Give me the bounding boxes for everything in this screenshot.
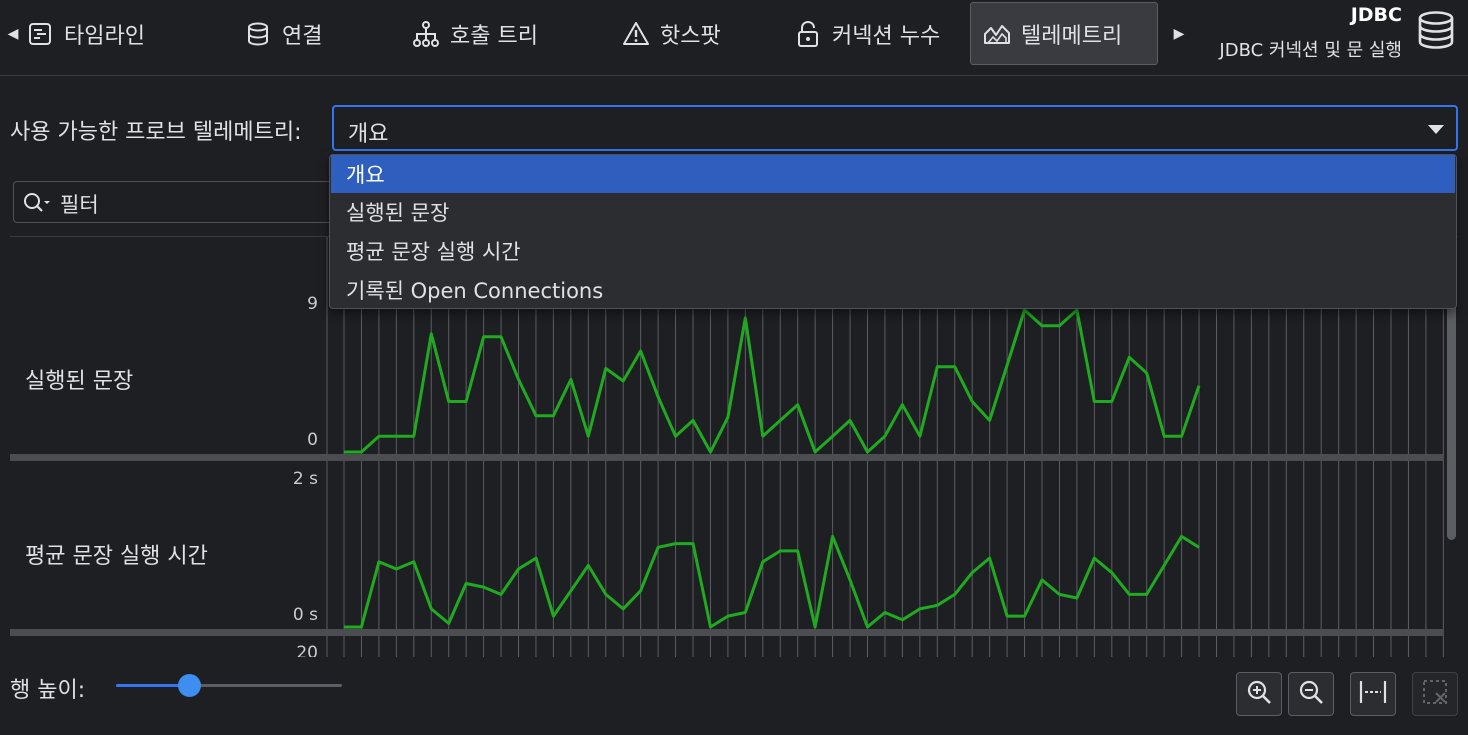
tab-label: 핫스팟 [660, 23, 721, 49]
row-label-executed-statements: 실행된 문장 [25, 369, 134, 394]
call-tree-icon [412, 20, 440, 48]
series-line-executed-statements[interactable] [344, 308, 1201, 454]
lock-icon [794, 20, 822, 48]
clear-selection-button[interactable] [1412, 672, 1458, 716]
tab-label: 타임라인 [64, 23, 145, 49]
telemetry-window: ◀ 타임라인 연결 호출 트리 핫스팟 커넥션 누수 텔레메트리 ▶ JDBC … [0, 0, 1468, 735]
probe-select-dropdown: 개요 실행된 문장 평균 문장 실행 시간 기록된 Open Connectio… [329, 154, 1457, 309]
row-separator [10, 629, 1444, 636]
fit-width-button[interactable] [1350, 672, 1396, 716]
tab-label: 호출 트리 [450, 23, 538, 49]
row-ymax-executed-statements: 9 [307, 294, 318, 314]
telemetry-icon [983, 20, 1011, 48]
zoom-out-button[interactable] [1288, 672, 1334, 716]
view-tab-bar: ◀ 타임라인 연결 호출 트리 핫스팟 커넥션 누수 텔레메트리 ▶ JDBC … [0, 0, 1468, 76]
dropdown-option-avg-execution-time[interactable]: 평균 문장 실행 시간 [331, 232, 1455, 270]
scroll-right-icon[interactable]: ▶ [1172, 24, 1186, 44]
row-ymin-avg-execution-time: 0 s [292, 605, 318, 625]
zoom-out-icon [1297, 678, 1325, 710]
dropdown-option-open-connections[interactable]: 기록된 Open Connections [331, 271, 1455, 309]
tab-connections[interactable]: 연결 [232, 2, 334, 65]
zoom-in-icon [1245, 678, 1273, 710]
probe-select-combobox[interactable]: 개요 [332, 105, 1458, 151]
tab-telemetry[interactable]: 텔레메트리 [970, 2, 1158, 65]
filter-input[interactable]: 필터 [13, 181, 343, 223]
tab-connection-leaks[interactable]: 커넥션 누수 [782, 2, 952, 65]
tab-hotspots[interactable]: 핫스팟 [610, 2, 733, 65]
series-line-avg-execution-time[interactable] [344, 534, 1200, 629]
dropdown-option-overview[interactable]: 개요 [331, 155, 1455, 193]
probe-select-value: 개요 [348, 122, 389, 147]
warning-icon [622, 20, 650, 48]
database-icon [244, 20, 272, 48]
probe-info: JDBC JDBC 커넥션 및 문 실행 [1219, 4, 1402, 62]
row-label-avg-execution-time: 평균 문장 실행 시간 [25, 544, 208, 569]
tab-label: 커넥션 누수 [832, 23, 941, 49]
tab-timeline[interactable]: 타임라인 [14, 2, 157, 65]
clear-selection-icon [1421, 678, 1449, 710]
jdbc-database-icon [1416, 10, 1456, 50]
row-ymin-executed-statements: 0 [307, 430, 318, 450]
tab-call-tree[interactable]: 호출 트리 [400, 2, 550, 65]
dropdown-caret-icon[interactable] [1428, 125, 1444, 134]
filter-placeholder: 필터 [60, 193, 99, 217]
tab-label: 연결 [282, 23, 323, 49]
tab-label: 텔레메트리 [1021, 23, 1123, 49]
row-height-label: 행 높이: [10, 678, 86, 703]
fit-width-icon [1358, 678, 1388, 710]
row-separator [10, 454, 1444, 461]
row-ymax-open-connections: 20 [296, 643, 318, 657]
timeline-icon [26, 20, 54, 48]
probe-select-label: 사용 가능한 프로브 텔레메트리: [10, 120, 302, 145]
row-height-slider-thumb[interactable] [178, 674, 201, 697]
row-ymax-avg-execution-time: 2 s [292, 469, 318, 489]
dropdown-option-executed-statements[interactable]: 실행된 문장 [331, 193, 1455, 231]
search-icon[interactable] [22, 191, 52, 215]
probe-subtitle: JDBC 커넥션 및 문 실행 [1219, 40, 1402, 61]
zoom-in-button[interactable] [1236, 672, 1282, 716]
probe-title: JDBC [1350, 4, 1402, 26]
vertical-scrollbar[interactable] [1447, 300, 1456, 540]
